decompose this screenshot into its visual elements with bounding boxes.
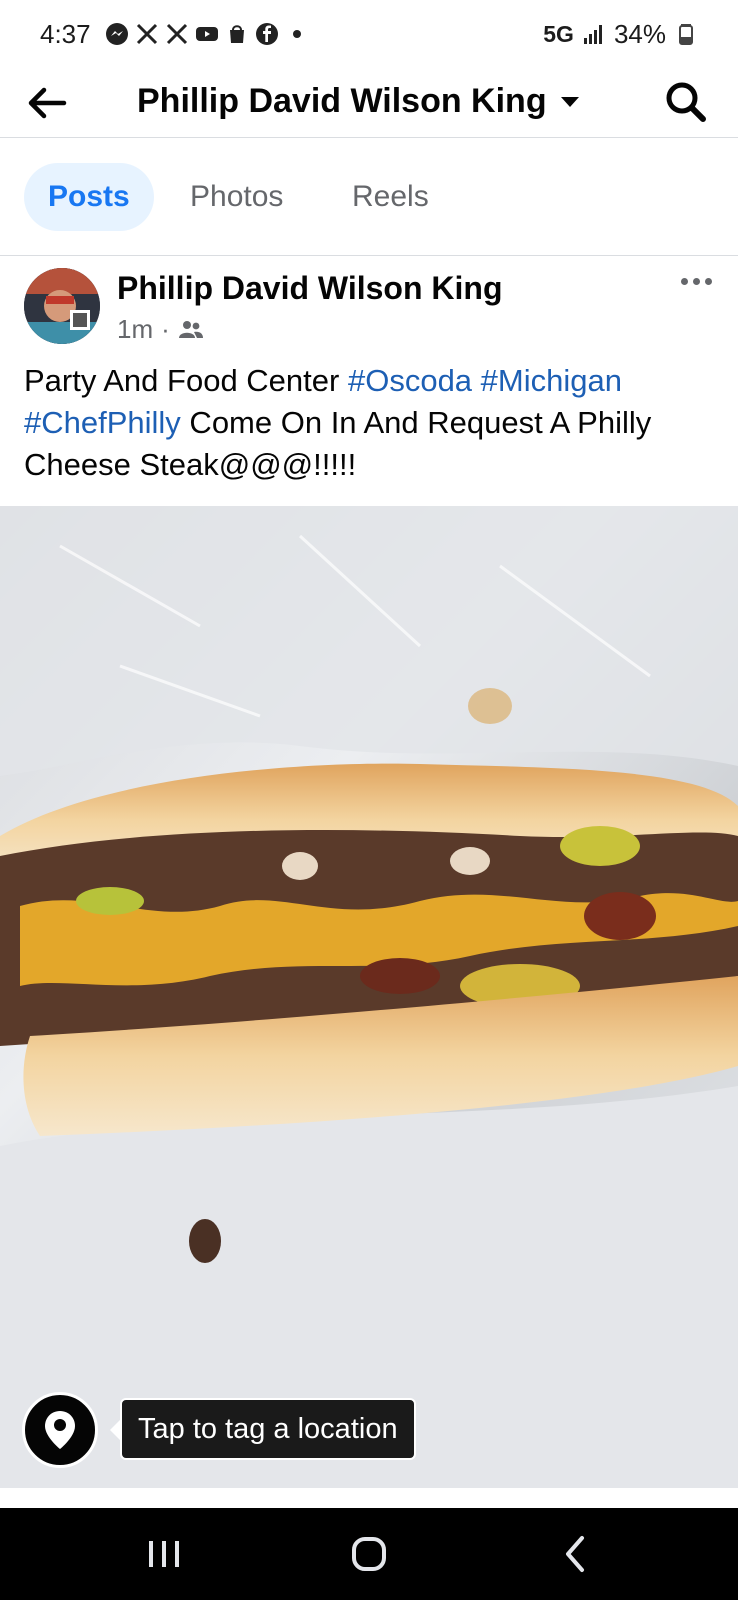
location-pin-icon	[45, 1411, 75, 1449]
profile-tabs: Posts Photos Reels	[0, 138, 738, 256]
post-time[interactable]: 1m	[117, 314, 153, 345]
back-arrow-icon[interactable]	[24, 80, 70, 126]
post-text-segment	[472, 363, 481, 398]
page-header: Phillip David Wilson King	[0, 68, 738, 138]
back-icon[interactable]	[552, 1530, 600, 1578]
content-divider	[0, 1488, 738, 1508]
notification-icons	[105, 22, 309, 46]
system-nav-bar	[0, 1508, 738, 1600]
status-time: 4:37	[40, 18, 91, 49]
hashtag-chefphilly[interactable]: #ChefPhilly	[24, 405, 181, 440]
tab-posts[interactable]: Posts	[24, 163, 154, 231]
page-title: Phillip David Wilson King	[137, 82, 547, 120]
tab-reels[interactable]: Reels	[352, 163, 429, 231]
network-type: 5G	[543, 20, 574, 47]
more-dot	[680, 277, 688, 285]
more-options-button[interactable]	[676, 266, 716, 296]
more-dot	[692, 277, 700, 285]
tab-photos[interactable]: Photos	[190, 163, 283, 231]
signal-icon	[583, 25, 602, 44]
status-left: 4:37	[40, 19, 309, 50]
home-icon[interactable]	[345, 1530, 393, 1578]
location-tooltip[interactable]: Tap to tag a location	[110, 1398, 416, 1460]
avatar[interactable]	[24, 268, 100, 344]
status-right: 5G 34%	[543, 19, 698, 50]
battery-percent: 34%	[613, 18, 666, 49]
chevron-down-icon	[560, 97, 579, 107]
youtube-icon	[195, 27, 218, 41]
search-icon[interactable]	[662, 78, 708, 124]
profile-name-dropdown[interactable]: Phillip David Wilson King	[137, 78, 579, 124]
location-button[interactable]	[22, 1392, 98, 1468]
more-dot	[704, 277, 712, 285]
meta-separator: ·	[161, 314, 170, 344]
battery-icon	[679, 24, 693, 45]
post-meta: 1m ·	[117, 314, 204, 345]
recent-apps-icon[interactable]	[140, 1530, 188, 1578]
x-icon	[136, 23, 157, 45]
post-photo[interactable]	[0, 506, 738, 1488]
cheesesteak-photo	[0, 506, 738, 1488]
facebook-icon	[255, 23, 278, 45]
dot-icon	[292, 30, 301, 38]
hashtag-michigan[interactable]: #Michigan	[481, 363, 622, 398]
post-author[interactable]: Phillip David Wilson King	[117, 268, 503, 308]
friends-icon[interactable]	[178, 319, 204, 341]
status-bar: 4:37 5G 34%	[0, 0, 738, 68]
hashtag-oscoda[interactable]: #Oscoda	[348, 363, 472, 398]
avatar-image	[24, 268, 100, 344]
post-text: Party And Food Center #Oscoda #Michigan …	[24, 360, 724, 486]
x-icon	[166, 23, 187, 45]
shopping-bag-icon	[229, 25, 244, 43]
messenger-icon	[105, 23, 128, 45]
post-text-segment: Party And Food Center	[24, 363, 348, 398]
